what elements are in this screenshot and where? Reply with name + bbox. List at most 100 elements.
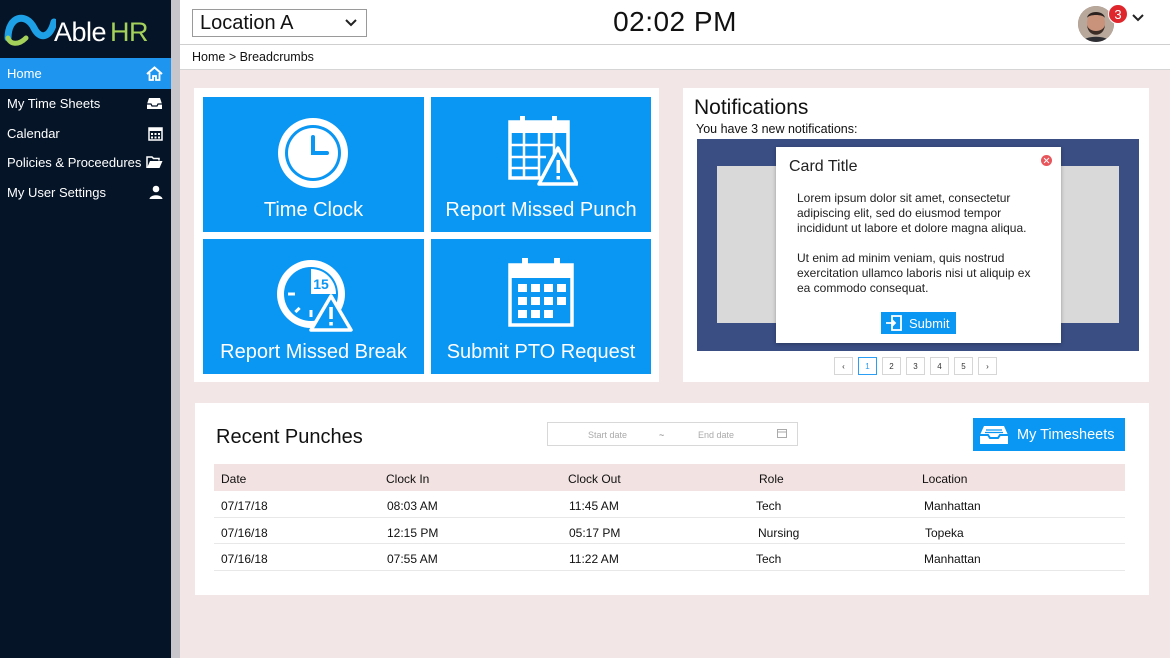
column-header-location[interactable]: Location (922, 472, 967, 486)
sidebar-item-label: My Time Sheets (7, 96, 101, 112)
tile-label: Report Missed Punch (445, 199, 637, 221)
current-time: 02:02 PM (613, 6, 737, 37)
cell-role: Tech (756, 499, 782, 513)
logo-wave-icon (4, 14, 56, 46)
cell-clock-out: 11:22 AM (569, 552, 619, 566)
start-date-input[interactable]: Start date (588, 430, 627, 440)
notification-pager: ‹ 1 2 3 4 5 › (834, 357, 997, 375)
sidebar-item-label: Home (7, 66, 42, 81)
app-logo[interactable]: Able HR (4, 8, 168, 50)
card-paragraph: Lorem ipsum dolor sit amet, consectetur … (797, 191, 1027, 235)
pager-page-1[interactable]: 1 (858, 357, 877, 375)
sidebar-item-label: Policies & Proceedures (7, 155, 142, 171)
sidebar-item-home[interactable]: Home (0, 58, 171, 89)
close-icon[interactable] (1041, 155, 1052, 166)
cell-date: 07/16/18 (221, 552, 268, 566)
table-row[interactable]: 07/17/18 08:03 AM 11:45 AM Tech Manhatta… (214, 491, 1125, 518)
pager-page-5[interactable]: 5 (954, 357, 973, 375)
tile-label: Submit PTO Request (446, 341, 636, 363)
time-clock-tile[interactable]: Time Clock (203, 97, 424, 232)
cell-date: 07/16/18 (221, 525, 268, 540)
notification-card: Card Title Lorem ipsum dolor sit amet, c… (776, 147, 1061, 343)
pager-page-3[interactable]: 3 (906, 357, 925, 375)
table-header: Date Clock In Clock Out Role Location (214, 464, 1125, 491)
cell-role: Nursing (758, 525, 800, 540)
sidebar-item-calendar[interactable]: Calendar (0, 119, 171, 149)
sidebar-item-time-sheets[interactable]: My Time Sheets (0, 89, 171, 119)
recent-punches-panel: Recent Punches Start date ~ End date My … (195, 403, 1149, 595)
cell-location: Manhattan (924, 552, 981, 566)
notifications-panel: Notifications You have 3 new notificatio… (683, 88, 1149, 382)
cell-location: Manhattan (924, 499, 981, 513)
my-timesheets-button[interactable]: My Timesheets (973, 418, 1125, 451)
cell-clock-out: 11:45 AM (569, 499, 619, 513)
report-missed-punch-tile[interactable]: Report Missed Punch (431, 97, 651, 232)
cell-clock-out: 05:17 PM (569, 525, 621, 540)
cell-role: Tech (756, 552, 782, 566)
end-date-input[interactable]: End date (698, 430, 734, 440)
inbox-tray-icon (980, 425, 1008, 444)
card-paragraph: Ut enim ad minim veniam, quis nostrud ex… (797, 251, 1031, 295)
column-header-clock-out[interactable]: Clock Out (568, 472, 621, 486)
card-title: Card Title (789, 158, 858, 175)
table-row[interactable]: 07/16/18 07:55 AM 11:22 AM Tech Manhatta… (214, 544, 1125, 571)
user-icon (149, 185, 163, 200)
home-icon (146, 66, 163, 81)
tile-label: Time Clock (263, 199, 364, 221)
tile-label: Report Missed Break (220, 341, 407, 363)
submit-pto-request-tile[interactable]: Submit PTO Request (431, 239, 651, 374)
column-header-role[interactable]: Role (759, 472, 784, 486)
date-range-separator: ~ (659, 430, 665, 440)
recent-punches-title: Recent Punches (216, 426, 363, 448)
cell-clock-in: 08:03 AM (387, 499, 438, 513)
sign-in-icon (886, 315, 902, 331)
punches-table: Date Clock In Clock Out Role Location 07… (214, 464, 1125, 571)
cell-location: Topeka (925, 525, 964, 540)
calendar-icon (508, 258, 574, 327)
sidebar-item-policies[interactable]: Policies & Proceedures (0, 148, 171, 178)
cell-date: 07/17/18 (221, 499, 268, 513)
breadcrumb[interactable]: Home > Breadcrumbs (192, 50, 314, 64)
logo-text-able: Able (54, 17, 107, 47)
breadcrumb-bar: Home > Breadcrumbs (180, 45, 1170, 70)
sidebar-item-user-settings[interactable]: My User Settings (0, 178, 171, 208)
sidebar: Able HR Home My Time Sheets Calendar Poli… (0, 0, 171, 658)
sidebar-item-label: My User Settings (7, 184, 106, 200)
calendar-icon (148, 127, 163, 141)
timer-number: 15 (313, 276, 329, 292)
top-bar: Location A 02:02 PM 3 (180, 0, 1170, 45)
folder-open-icon (146, 156, 163, 169)
sidebar-edge (171, 0, 180, 658)
table-row[interactable]: 07/16/18 12:15 PM 05:17 PM Nursing Topek… (214, 518, 1125, 544)
next-slide[interactable] (1059, 166, 1119, 323)
timer-warning-icon: 15 (277, 260, 353, 332)
column-header-date[interactable]: Date (221, 472, 246, 486)
notifications-title: Notifications (694, 96, 809, 119)
logo-text: Able HR (54, 17, 149, 48)
calendar-warning-icon (508, 116, 578, 186)
clock-icon (278, 118, 348, 188)
date-range-picker[interactable]: Start date ~ End date (547, 422, 798, 446)
pager-page-4[interactable]: 4 (930, 357, 949, 375)
quick-actions-panel: Time Clock Report Missed Punch 15 Report… (194, 88, 659, 382)
cell-clock-in: 07:55 AM (387, 552, 438, 566)
sidebar-item-label: Calendar (7, 125, 60, 141)
card-body: Lorem ipsum dolor sit amet, consectetur … (797, 191, 1047, 296)
previous-slide[interactable] (717, 166, 777, 323)
notification-carousel[interactable]: Card Title Lorem ipsum dolor sit amet, c… (697, 139, 1139, 351)
report-missed-break-tile[interactable]: 15 Report Missed Break (203, 239, 424, 374)
column-header-clock-in[interactable]: Clock In (386, 472, 429, 486)
my-timesheets-label: My Timesheets (1017, 426, 1115, 443)
user-menu-chevron-icon[interactable] (1132, 14, 1144, 22)
submit-button-label: Submit (909, 315, 950, 331)
submit-button[interactable]: Submit (881, 312, 956, 334)
pager-prev[interactable]: ‹ (834, 357, 853, 375)
notification-badge: 3 (1108, 4, 1128, 24)
logo-text-hr: HR (110, 17, 149, 47)
sidebar-nav: Home My Time Sheets Calendar Policies & … (0, 58, 171, 207)
cell-clock-in: 12:15 PM (387, 525, 439, 540)
pager-next[interactable]: › (978, 357, 997, 375)
calendar-icon[interactable] (777, 428, 787, 438)
inbox-tray-icon (147, 98, 162, 110)
pager-page-2[interactable]: 2 (882, 357, 901, 375)
